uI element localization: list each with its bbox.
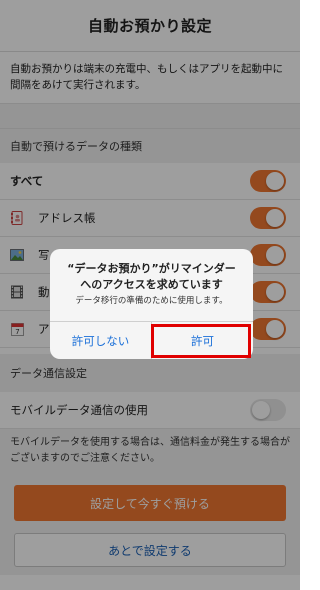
dialog-message: データ移行の準備のために使用します。 — [75, 296, 228, 306]
allow-button-highlight — [151, 324, 251, 358]
deny-button[interactable]: 許可しない — [50, 322, 152, 359]
dialog-title: “データお預かり”がリマインダー へのアクセスを求めています — [67, 262, 236, 291]
